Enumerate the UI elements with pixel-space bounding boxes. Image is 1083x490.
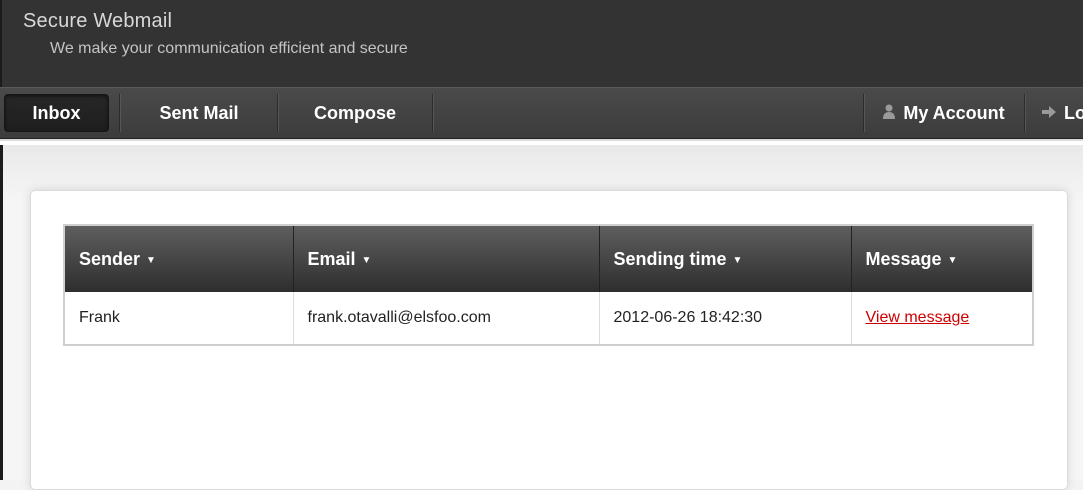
column-header-sender[interactable]: Sender ▼ xyxy=(63,225,294,292)
table-row: Frank frank.otavalli@elsfoo.com 2012-06-… xyxy=(64,292,1033,345)
column-header-email[interactable]: Email ▼ xyxy=(292,225,600,292)
nav-sent-mail[interactable]: Sent Mail xyxy=(121,88,277,138)
table-header-row: Sender ▼ Email ▼ Sending time ▼ Message ▼ xyxy=(63,225,1034,292)
site-title: Secure Webmail xyxy=(23,10,173,32)
sort-caret-icon: ▼ xyxy=(361,254,372,266)
nav-inbox[interactable]: Inbox xyxy=(4,94,109,132)
nav-logout-label: Lo xyxy=(1064,102,1083,123)
column-header-label: Sender xyxy=(79,248,141,269)
nav-divider xyxy=(432,94,434,132)
nav-compose[interactable]: Compose xyxy=(279,88,431,138)
user-icon xyxy=(883,104,896,123)
column-header-message[interactable]: Message ▼ xyxy=(850,225,1034,292)
column-header-label: Message xyxy=(865,248,942,269)
cell-email: frank.otavalli@elsfoo.com xyxy=(293,292,600,345)
nav-my-account[interactable]: My Account xyxy=(865,88,1023,138)
cell-sender: Frank xyxy=(64,292,294,345)
arrow-right-icon xyxy=(1042,105,1056,122)
column-header-label: Sending time xyxy=(613,248,727,269)
nav-logout[interactable]: Lo xyxy=(1026,88,1083,138)
nav-my-account-label: My Account xyxy=(903,102,1005,123)
view-message-link[interactable]: View message xyxy=(866,309,970,326)
column-header-sending-time[interactable]: Sending time ▼ xyxy=(598,225,852,292)
app-header: Secure Webmail We make your communicatio… xyxy=(0,0,1083,87)
cell-sending-time: 2012-06-26 18:42:30 xyxy=(599,292,852,345)
column-header-label: Email xyxy=(307,248,356,269)
sort-caret-icon: ▼ xyxy=(732,254,743,266)
cell-message: View message xyxy=(851,292,1033,345)
main-navbar: Inbox Sent Mail Compose My Account Lo xyxy=(0,87,1083,139)
sort-caret-icon: ▼ xyxy=(146,254,156,266)
inbox-table: Sender ▼ Email ▼ Sending time ▼ Message ▼ Fr… xyxy=(63,224,1034,346)
site-tagline: We make your communication efficient and… xyxy=(50,40,408,57)
sort-caret-icon: ▼ xyxy=(947,254,958,266)
